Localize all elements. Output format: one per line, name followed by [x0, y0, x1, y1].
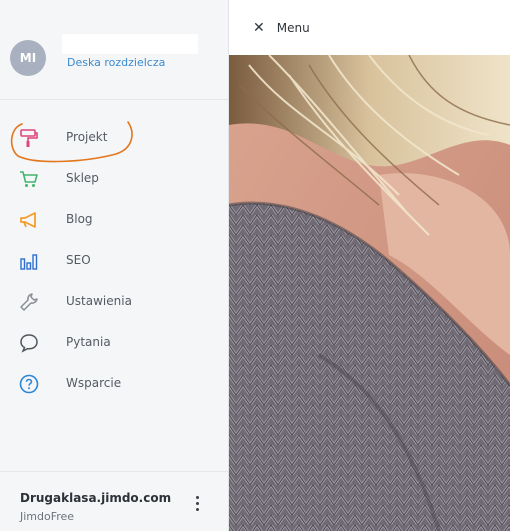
- sidebar-item-label: Wsparcie: [66, 376, 122, 390]
- cart-icon: [20, 171, 38, 187]
- sidebar-item-blog[interactable]: Blog: [0, 199, 228, 240]
- sidebar-item-label: Projekt: [66, 130, 108, 144]
- close-menu-button[interactable]: ✕ Menu: [253, 20, 310, 36]
- speech-bubble-icon: [20, 334, 38, 353]
- sidebar-item-sklep[interactable]: Sklep: [0, 158, 228, 199]
- hero-photo: [229, 55, 510, 531]
- site-footer: Drugaklasa.jimdo.com JimdoFree: [0, 472, 228, 531]
- wrench-icon: [20, 293, 38, 311]
- megaphone-icon: [20, 212, 36, 228]
- divider: [0, 99, 228, 100]
- more-options-icon[interactable]: [190, 496, 204, 520]
- account-header: MI Deska rozdzielcza: [10, 34, 220, 80]
- redacted-user-name: [62, 34, 198, 54]
- sidebar-item-label: Blog: [66, 212, 93, 226]
- sidebar: MI Deska rozdzielcza Projekt Sklep Blog …: [0, 0, 229, 531]
- sidebar-item-wsparcie[interactable]: Wsparcie: [0, 363, 228, 404]
- site-plan: JimdoFree: [20, 510, 75, 523]
- sidebar-item-seo[interactable]: SEO: [0, 240, 228, 281]
- sidebar-item-label: Pytania: [66, 335, 111, 349]
- close-icon: ✕: [253, 20, 265, 36]
- sidebar-item-label: Ustawienia: [66, 294, 132, 308]
- sidebar-item-label: Sklep: [66, 171, 99, 185]
- help-circle-icon: [19, 374, 39, 394]
- sidebar-item-ustawienia[interactable]: Ustawienia: [0, 281, 228, 322]
- site-domain[interactable]: Drugaklasa.jimdo.com: [20, 491, 171, 505]
- menu-label: Menu: [276, 21, 310, 35]
- sidebar-nav: Projekt Sklep Blog SEO Ustawienia Pytani…: [0, 117, 228, 404]
- avatar[interactable]: MI: [10, 40, 46, 76]
- sidebar-item-pytania[interactable]: Pytania: [0, 322, 228, 363]
- topbar: ✕ Menu: [229, 0, 510, 55]
- sidebar-item-projekt[interactable]: Projekt: [0, 117, 228, 158]
- website-preview-image: [229, 55, 510, 531]
- paint-roller-icon: [20, 129, 38, 147]
- dashboard-link[interactable]: Deska rozdzielcza: [67, 56, 165, 69]
- sidebar-item-label: SEO: [66, 253, 91, 267]
- bar-chart-icon: [20, 254, 38, 270]
